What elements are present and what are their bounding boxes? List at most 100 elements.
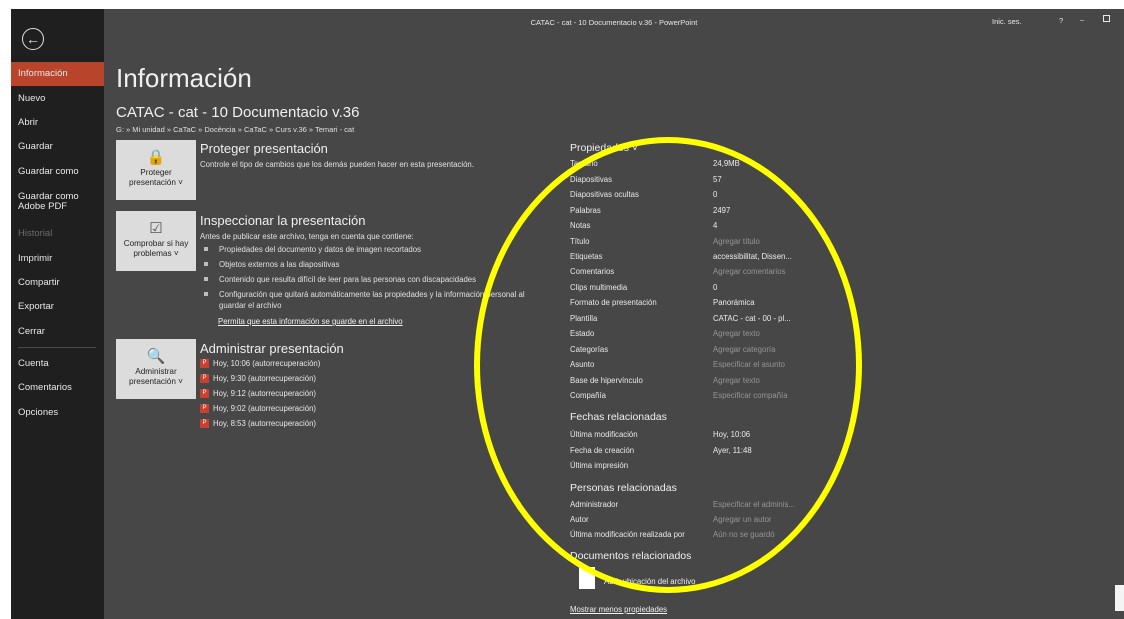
backstage-window: ← Información Nuevo Abrir Guardar Guarda… bbox=[11, 9, 1124, 619]
nav-imprimir[interactable]: Imprimir bbox=[11, 247, 104, 271]
nav-comentarios[interactable]: Comentarios bbox=[11, 376, 104, 400]
manage-tile-label: Administrar presentación ˅ bbox=[129, 367, 183, 386]
prop-key: Asunto bbox=[570, 360, 595, 369]
prop-value: 2497 bbox=[713, 206, 731, 215]
status-field[interactable]: Agregar texto bbox=[713, 329, 760, 338]
date-key: Última modificación bbox=[570, 430, 638, 439]
protect-presentation-button[interactable]: 🔒 Proteger presentación ˅ bbox=[116, 140, 196, 200]
version-item[interactable]: P Hoy, 10:06 (autorrecuperación) bbox=[200, 359, 320, 369]
prop-key: Palabras bbox=[570, 206, 601, 215]
inspect-title: Inspeccionar la presentación bbox=[200, 213, 366, 228]
document-title: CATAC - cat - 10 Documentacio v.36 bbox=[116, 104, 360, 121]
nav-compartir[interactable]: Compartir bbox=[11, 271, 104, 295]
prop-key: Tamaño bbox=[570, 159, 598, 168]
inspect-item: Configuración que quitará automáticament… bbox=[204, 289, 539, 311]
categories-field[interactable]: Agregar categoría bbox=[713, 345, 775, 354]
prop-key: Comentarios bbox=[570, 267, 615, 276]
info-panel: Información CATAC - cat - 10 Documentaci… bbox=[104, 9, 1124, 619]
person-key: Administrador bbox=[570, 500, 619, 509]
prop-key: Diapositivas bbox=[570, 175, 613, 184]
protect-title: Proteger presentación bbox=[200, 141, 328, 156]
version-item[interactable]: P Hoy, 9:02 (autorrecuperación) bbox=[200, 404, 316, 414]
prop-key: Compañía bbox=[570, 391, 606, 400]
nav-divider bbox=[18, 347, 96, 348]
related-people-title: Personas relacionadas bbox=[570, 482, 677, 494]
date-key: Última impresión bbox=[570, 461, 629, 470]
check-issues-tile-label: Comprobar si hay problemas ˅ bbox=[123, 239, 189, 258]
protect-description: Controle el tipo de cambios que los demá… bbox=[200, 160, 474, 169]
nav-guardar[interactable]: Guardar bbox=[11, 135, 104, 159]
nav-exportar[interactable]: Exportar bbox=[11, 295, 104, 319]
nav-guardar-como[interactable]: Guardar como bbox=[11, 160, 104, 184]
back-arrow-icon[interactable]: ← bbox=[22, 28, 44, 50]
person-key: Última modificación realizada por bbox=[570, 530, 685, 539]
lock-key-icon: 🔒 bbox=[146, 149, 166, 166]
prop-key: Formato de presentación bbox=[570, 298, 657, 307]
protect-tile-label: Proteger presentación ˅ bbox=[129, 168, 183, 187]
date-value: Hoy, 10:06 bbox=[713, 430, 751, 439]
pptx-icon: P bbox=[200, 389, 209, 399]
nav-cuenta[interactable]: Cuenta bbox=[11, 352, 104, 376]
nav-historial: Historial bbox=[18, 228, 53, 239]
subject-field[interactable]: Especificar el asunto bbox=[713, 360, 785, 369]
check-issues-button[interactable]: ☑ Comprobar si hay problemas ˅ bbox=[116, 211, 196, 271]
document-search-icon: 🔍 bbox=[146, 348, 166, 365]
company-field[interactable]: Especificar compañía bbox=[713, 391, 788, 400]
inspect-item: Contenido que resulta difícil de leer pa… bbox=[204, 274, 539, 285]
prop-value: 4 bbox=[713, 221, 718, 230]
nav-guardar-como-pdf[interactable]: Guardar como Adobe PDF bbox=[11, 188, 104, 216]
document-path[interactable]: G: » Mi unidad » CaTaC » Docència » CaTa… bbox=[116, 125, 354, 134]
nav-informacion[interactable]: Información bbox=[11, 62, 104, 86]
inspect-description: Antes de publicar este archivo, tenga en… bbox=[200, 232, 414, 241]
scroll-button[interactable] bbox=[1115, 585, 1124, 611]
manage-title: Administrar presentación bbox=[200, 341, 344, 356]
prop-value: 57 bbox=[713, 175, 722, 184]
inspect-item: Objetos externos a las diapositivas bbox=[204, 259, 539, 270]
pptx-icon: P bbox=[200, 374, 209, 384]
show-less-properties-link[interactable]: Mostrar menos propiedades bbox=[570, 605, 667, 614]
nav-opciones[interactable]: Opciones bbox=[11, 401, 104, 425]
prop-key: Notas bbox=[570, 221, 591, 230]
version-item[interactable]: P Hoy, 9:12 (autorrecuperación) bbox=[200, 389, 316, 399]
nav-cerrar[interactable]: Cerrar bbox=[11, 320, 104, 344]
open-file-location-link[interactable]: Abrir ubicación del archivo bbox=[604, 577, 695, 586]
date-key: Fecha de creación bbox=[570, 446, 635, 455]
prop-value: 24,9MB bbox=[713, 159, 740, 168]
backstage-sidebar: ← Información Nuevo Abrir Guardar Guarda… bbox=[11, 9, 104, 619]
properties-dropdown[interactable]: Propiedades ˅ bbox=[570, 142, 638, 154]
person-key: Autor bbox=[570, 515, 589, 524]
related-docs-title: Documentos relacionados bbox=[570, 550, 692, 562]
pptx-icon: P bbox=[200, 404, 209, 414]
hyperlink-base-field[interactable]: Agregar texto bbox=[713, 376, 760, 385]
prop-key: Base de hipervínculo bbox=[570, 376, 643, 385]
checklist-icon: ☑ bbox=[149, 220, 163, 237]
prop-value: CATAC - cat - 00 - pl... bbox=[713, 314, 791, 323]
date-value: Ayer, 11:48 bbox=[713, 446, 752, 455]
prop-value: 0 bbox=[713, 283, 718, 292]
comments-field[interactable]: Agregar comentarios bbox=[713, 267, 785, 276]
prop-key: Etiquetas bbox=[570, 252, 603, 261]
nav-nuevo[interactable]: Nuevo bbox=[11, 87, 104, 111]
author-field[interactable]: Agregar un autor bbox=[713, 515, 772, 524]
prop-value: Panorámica bbox=[713, 298, 755, 307]
pptx-icon: P bbox=[200, 419, 209, 429]
prop-key: Categorías bbox=[570, 345, 609, 354]
prop-key: Diapositivas ocultas bbox=[570, 190, 639, 199]
tags-field[interactable]: accessibilitat, Dissen... bbox=[713, 252, 792, 261]
prop-key: Plantilla bbox=[570, 314, 598, 323]
document-icon bbox=[579, 567, 595, 589]
manage-presentation-button[interactable]: 🔍 Administrar presentación ˅ bbox=[116, 339, 196, 399]
manager-field[interactable]: Especificar el adminis... bbox=[713, 500, 795, 509]
prop-key: Título bbox=[570, 237, 590, 246]
title-field[interactable]: Agregar título bbox=[713, 237, 760, 246]
version-item[interactable]: P Hoy, 8:53 (autorrecuperación) bbox=[200, 419, 316, 429]
page-title: Información bbox=[116, 63, 252, 93]
prop-value: 0 bbox=[713, 190, 718, 199]
prop-key: Estado bbox=[570, 329, 595, 338]
pptx-icon: P bbox=[200, 359, 209, 369]
prop-key: Clips multimedia bbox=[570, 283, 628, 292]
version-item[interactable]: P Hoy, 9:30 (autorrecuperación) bbox=[200, 374, 316, 384]
related-dates-title: Fechas relacionadas bbox=[570, 411, 667, 423]
allow-save-info-link[interactable]: Permita que esta información se guarde e… bbox=[218, 317, 403, 326]
nav-abrir[interactable]: Abrir bbox=[11, 111, 104, 135]
